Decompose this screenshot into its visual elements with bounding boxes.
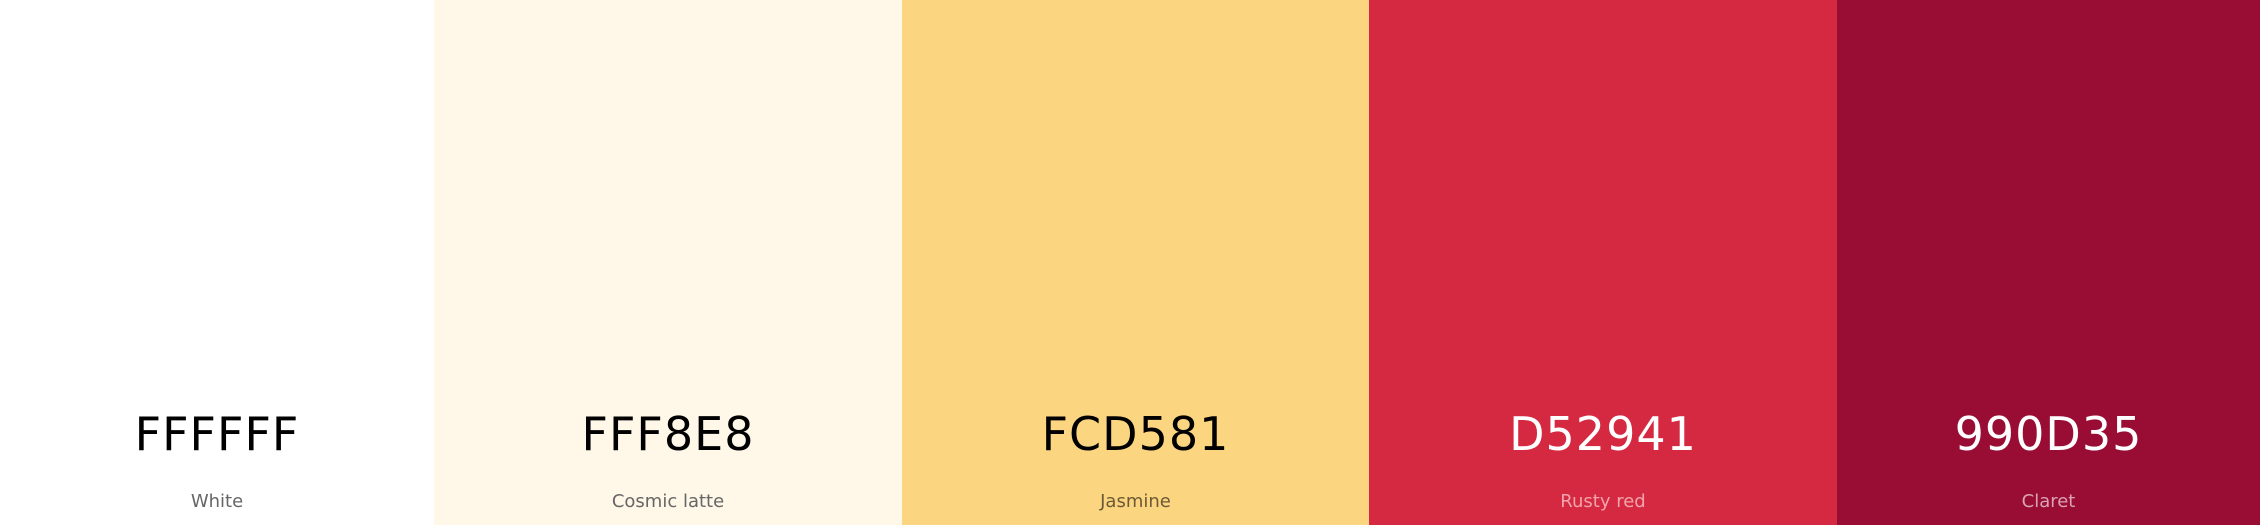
swatch-hex-code[interactable]: 990D35 [1837, 404, 2260, 464]
swatch-hex-code[interactable]: FFFFFF [0, 404, 434, 464]
swatch-jasmine[interactable]: FCD581 Jasmine [902, 0, 1369, 525]
swatch-white[interactable]: FFFFFF White [0, 0, 434, 525]
swatch-hex-code[interactable]: FCD581 [902, 404, 1369, 464]
swatch-color-name: Jasmine [1100, 491, 1171, 512]
swatch-color-name: Claret [2021, 491, 2076, 512]
swatch-color-name: Cosmic latte [611, 491, 725, 512]
swatch-cosmic-latte[interactable]: FFF8E8 Cosmic latte [434, 0, 902, 525]
swatch-color-name: Rusty red [1560, 491, 1646, 512]
swatch-hex-code[interactable]: FFF8E8 [434, 404, 902, 464]
swatch-claret[interactable]: 990D35 Claret [1837, 0, 2260, 525]
swatch-color-name: White [190, 491, 244, 512]
color-palette: FFFFFF White FFF8E8 Cosmic latte FCD581 … [0, 0, 2260, 525]
swatch-hex-code[interactable]: D52941 [1369, 404, 1837, 464]
swatch-rusty-red[interactable]: D52941 Rusty red [1369, 0, 1837, 525]
